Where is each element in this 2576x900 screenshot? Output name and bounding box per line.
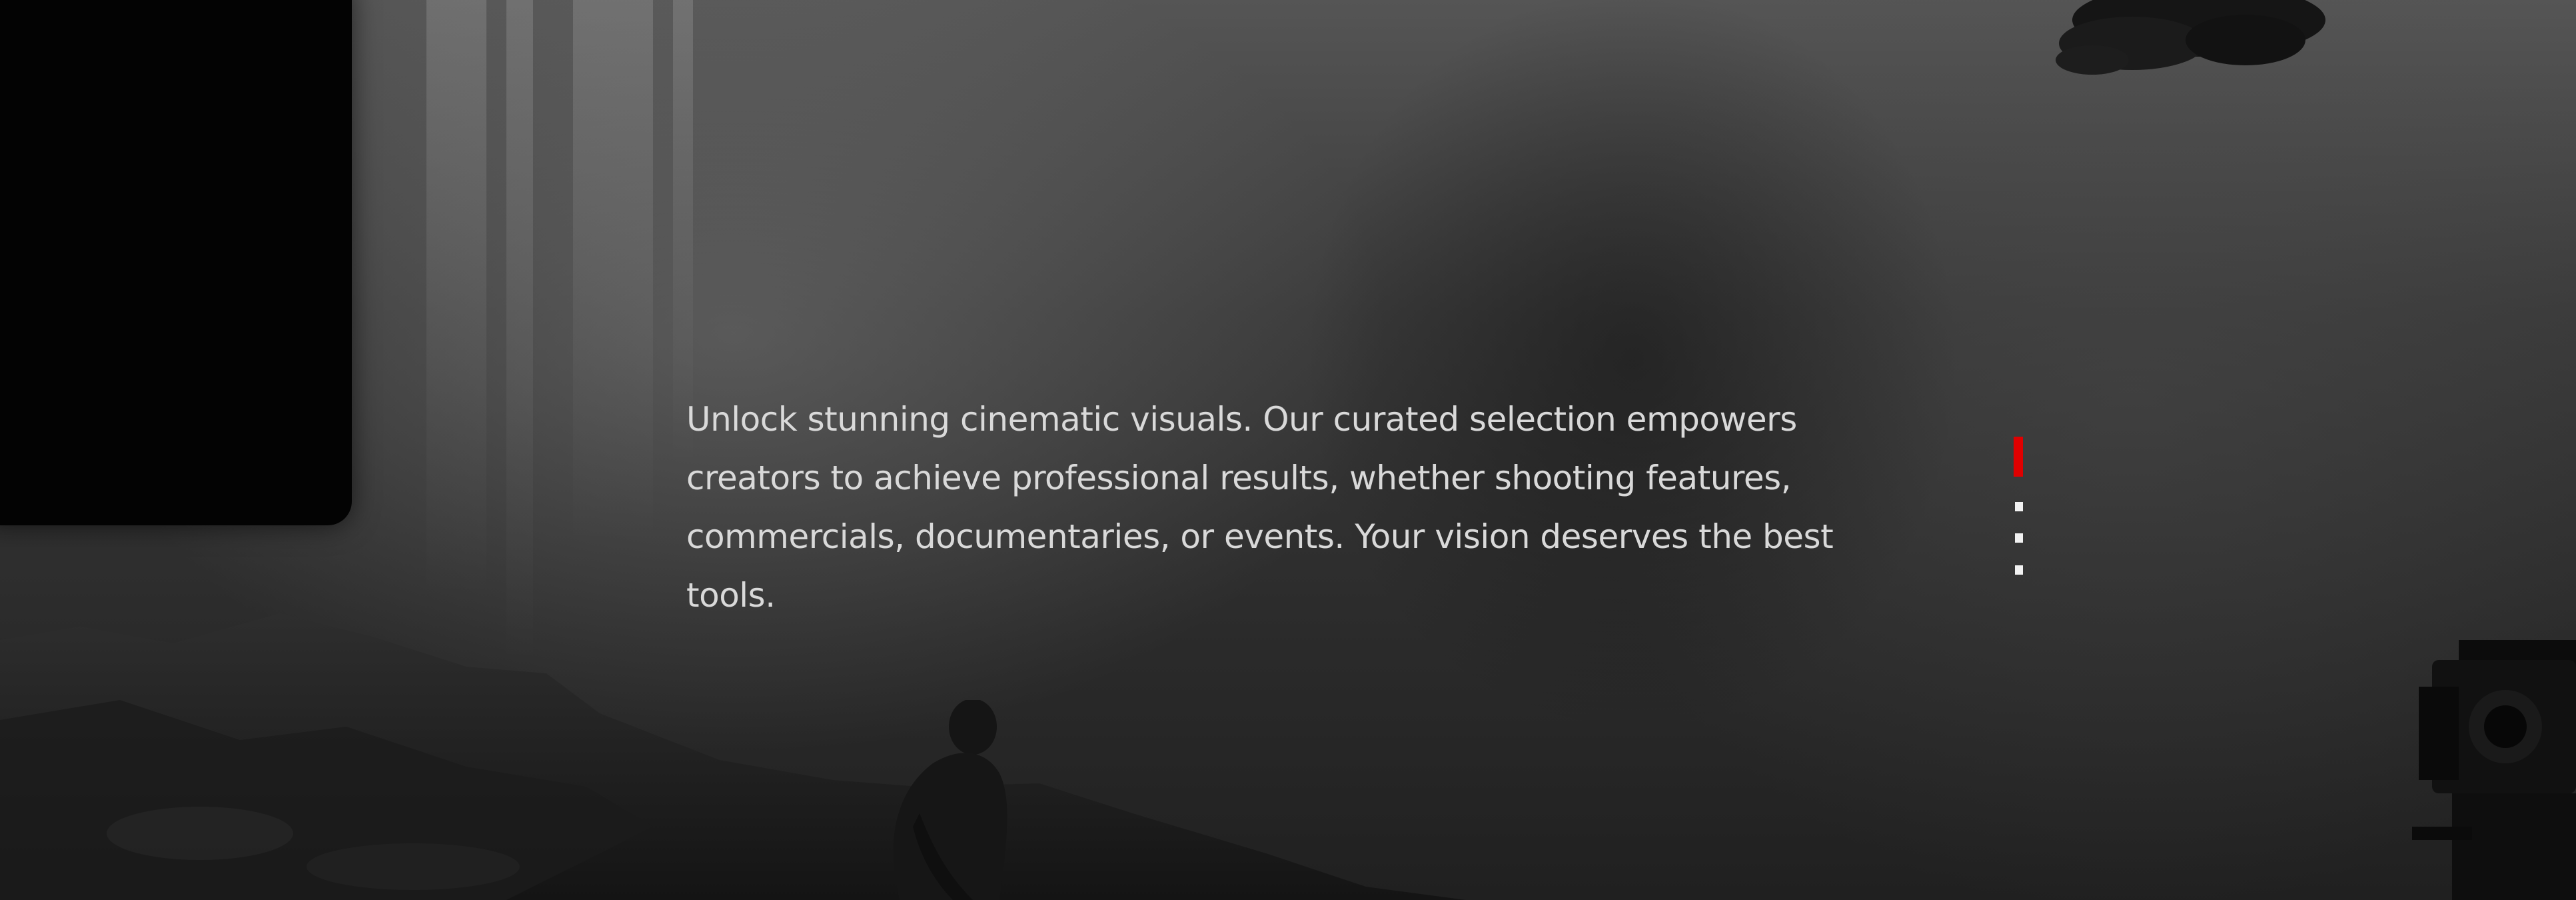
light-streak [573,0,653,547]
light-streak [506,0,533,667]
rocky-ground [0,613,1466,900]
light-streak [426,0,486,600]
hero-description: Unlock stunning cinematic visuals. Our c… [686,400,1834,615]
hero-section: Unlock stunning cinematic visuals. Our c… [0,0,2576,900]
slide-dot-1[interactable] [2014,437,2023,477]
cinema-camera-icon [2412,640,2576,900]
slide-dot-3[interactable] [2015,533,2023,543]
slide-dot-4[interactable] [2015,565,2023,575]
tree-branch-icon [2056,0,2325,75]
slider-pagination [2011,437,2027,583]
person-sitting-icon [893,700,1007,900]
slide-dot-2[interactable] [2015,502,2023,511]
dark-overlay-panel [0,0,352,525]
